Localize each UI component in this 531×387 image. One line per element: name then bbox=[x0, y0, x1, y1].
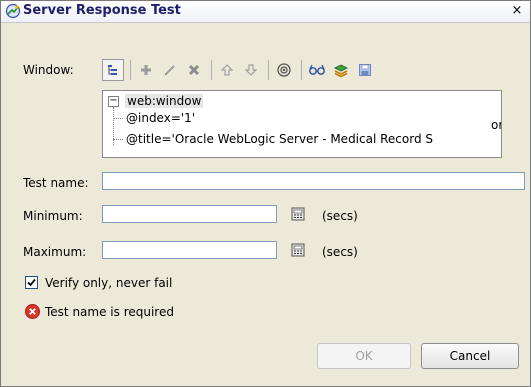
move-up-button[interactable] bbox=[216, 59, 238, 81]
minimum-label: Minimum: bbox=[23, 209, 83, 223]
library-icon bbox=[333, 64, 349, 78]
edit-icon bbox=[164, 65, 175, 76]
verify-label[interactable]: Verify only, never fail bbox=[45, 276, 172, 290]
dialog-window: Server Response Test × Window: − web:win… bbox=[0, 0, 531, 387]
window-title: Server Response Test bbox=[23, 3, 181, 18]
move-down-icon bbox=[244, 64, 258, 76]
tree-view-icon bbox=[108, 65, 117, 75]
target-button[interactable] bbox=[273, 59, 295, 81]
edit-button[interactable] bbox=[159, 59, 181, 81]
calculator-icon[interactable] bbox=[291, 207, 305, 221]
test-name-label: Test name: bbox=[23, 176, 89, 190]
cancel-button[interactable]: Cancel bbox=[421, 343, 519, 369]
title-bar: Server Response Test × bbox=[1, 1, 530, 23]
find-button[interactable] bbox=[306, 59, 328, 81]
tree-view-button[interactable] bbox=[102, 59, 124, 81]
minimum-unit-label: (secs) bbox=[322, 209, 358, 223]
window-label: Window: bbox=[23, 63, 74, 77]
toolbar-separator bbox=[211, 60, 212, 80]
add-button[interactable] bbox=[135, 59, 157, 81]
tree-child-node[interactable]: @title='Oracle WebLogic Server - Medical… bbox=[126, 132, 433, 146]
toolbar-separator bbox=[130, 60, 131, 80]
error-message: Test name is required bbox=[45, 305, 174, 319]
calculator-icon[interactable] bbox=[291, 243, 305, 257]
close-button[interactable]: × bbox=[510, 4, 524, 18]
add-icon bbox=[141, 65, 151, 75]
move-down-button[interactable] bbox=[240, 59, 262, 81]
maximum-unit-label: (secs) bbox=[322, 245, 358, 259]
tree-child-node[interactable]: @index='1' bbox=[126, 111, 195, 125]
maximum-label: Maximum: bbox=[23, 245, 87, 259]
delete-button[interactable] bbox=[183, 59, 205, 81]
error-icon bbox=[25, 304, 40, 319]
ok-button[interactable]: OK bbox=[317, 343, 411, 369]
maximum-input[interactable] bbox=[102, 241, 277, 259]
app-icon bbox=[5, 3, 21, 19]
find-icon bbox=[309, 64, 325, 75]
tree-root-node[interactable]: web:window bbox=[125, 94, 204, 108]
save-button[interactable] bbox=[354, 59, 376, 81]
minimum-input[interactable] bbox=[102, 205, 277, 223]
tree-or-label: or bbox=[491, 118, 501, 132]
locator-tree[interactable]: − web:window @index='1' @title='Oracle W… bbox=[102, 90, 502, 158]
delete-icon bbox=[188, 64, 200, 76]
toolbar-separator bbox=[301, 60, 302, 80]
target-icon bbox=[277, 63, 291, 77]
collapse-toggle[interactable]: − bbox=[108, 96, 119, 107]
save-icon bbox=[359, 64, 371, 76]
move-up-icon bbox=[220, 64, 234, 76]
test-name-input[interactable] bbox=[102, 172, 525, 190]
toolbar-separator bbox=[268, 60, 269, 80]
tree-connector bbox=[113, 118, 123, 119]
checkmark-icon bbox=[27, 278, 36, 287]
library-button[interactable] bbox=[330, 59, 352, 81]
verify-checkbox[interactable] bbox=[25, 276, 38, 289]
toolbar bbox=[102, 58, 378, 82]
tree-connector bbox=[113, 139, 123, 140]
